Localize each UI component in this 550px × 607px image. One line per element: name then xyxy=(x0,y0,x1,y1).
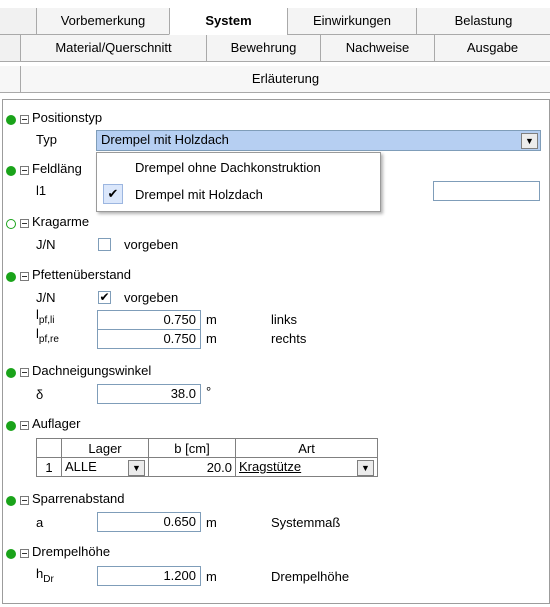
art-value: Kragstütze xyxy=(239,458,302,474)
l-pf-li-input[interactable]: 0.750 xyxy=(97,310,201,330)
l-pf-re-input[interactable]: 0.750 xyxy=(97,329,201,349)
art-cell[interactable]: Kragstütze ▼ xyxy=(235,457,378,477)
row-number: 1 xyxy=(36,457,62,477)
section-title-drempelhoehe: Drempelhöhe xyxy=(32,544,111,559)
auflager-table: Lager b [cm] Art 1 ALLE ▼ 20.0 Kragstütze… xyxy=(36,438,378,477)
tab-ausgabe[interactable]: Ausgabe xyxy=(434,35,550,61)
status-ok-icon xyxy=(6,549,16,559)
drempelhoehe-note: Drempelhöhe xyxy=(271,569,350,584)
header-cell: b [cm] xyxy=(148,438,236,458)
tab-material-querschnitt[interactable]: Material/Querschnitt xyxy=(20,35,206,61)
collapse-icon[interactable] xyxy=(20,166,29,175)
section-title-sparrenabstand: Sparrenabstand xyxy=(32,491,125,506)
status-ok-icon xyxy=(6,115,16,125)
kragarme-check-label: vorgeben xyxy=(124,237,179,252)
drempelhoehe-unit: m xyxy=(206,569,217,584)
b-cell[interactable]: 20.0 xyxy=(148,457,236,477)
status-ok-icon xyxy=(6,368,16,378)
option-label: Drempel mit Holzdach xyxy=(135,187,263,202)
kragarme-jn-label: J/N xyxy=(36,237,56,252)
collapse-icon[interactable] xyxy=(20,115,29,124)
l-pf-re-label: lpf,re xyxy=(36,326,59,345)
section-title-dachneigungswinkel: Dachneigungswinkel xyxy=(32,363,152,378)
chevron-down-icon[interactable]: ▼ xyxy=(357,459,374,476)
status-ok-icon xyxy=(6,421,16,431)
a-label: a xyxy=(36,515,44,530)
lager-value: ALLE xyxy=(65,458,97,474)
l-pf-re-note: rechts xyxy=(271,331,307,346)
pfetten-checkbox[interactable]: ✔ xyxy=(98,291,111,304)
section-title-kragarme: Kragarme xyxy=(32,214,90,229)
status-empty-icon xyxy=(6,219,16,229)
l1-input[interactable] xyxy=(433,181,540,201)
collapse-icon[interactable] xyxy=(20,368,29,377)
sparrenabstand-note: Systemmaß xyxy=(271,515,341,530)
typ-dropdown-list: Drempel ohne Dachkonstruktion ✔ Drempel … xyxy=(96,152,381,212)
l-pf-re-unit: m xyxy=(206,331,217,346)
tab-bewehrung[interactable]: Bewehrung xyxy=(206,35,320,61)
sparrenabstand-unit: m xyxy=(206,515,217,530)
lager-cell[interactable]: ALLE ▼ xyxy=(61,457,149,477)
pfetten-check-label: vorgeben xyxy=(124,290,179,305)
pfetten-jn-label: J/N xyxy=(36,290,56,305)
header-cell xyxy=(36,438,62,458)
drempelhoehe-input[interactable]: 1.200 xyxy=(97,566,201,586)
option-label: Drempel ohne Dachkonstruktion xyxy=(135,160,321,175)
section-title-positionstyp: Positionstyp xyxy=(32,110,103,125)
tab-einwirkungen[interactable]: Einwirkungen xyxy=(287,8,416,34)
l-pf-li-note: links xyxy=(271,312,298,327)
dropdown-option-selected[interactable]: ✔ Drempel mit Holzdach xyxy=(99,183,376,207)
tab-belastung[interactable]: Belastung xyxy=(416,8,550,34)
section-title-pfettenueberstand: Pfettenüberstand xyxy=(32,267,132,282)
checkmark-icon: ✔ xyxy=(103,184,123,204)
tab-vorbemerkung[interactable]: Vorbemerkung xyxy=(36,8,169,34)
h-dr-label: hDr xyxy=(36,566,54,585)
table-row: 1 ALLE ▼ 20.0 Kragstütze ▼ xyxy=(36,457,378,477)
status-ok-icon xyxy=(6,166,16,176)
l-pf-li-unit: m xyxy=(206,312,217,327)
dachneigung-input[interactable]: 38.0 xyxy=(97,384,201,404)
collapse-icon[interactable] xyxy=(20,496,29,505)
collapse-icon[interactable] xyxy=(20,549,29,558)
section-title-auflager: Auflager xyxy=(32,416,81,431)
dachneigung-unit: ° xyxy=(206,384,212,399)
delta-label: δ xyxy=(36,387,44,402)
typ-select-value: Drempel mit Holzdach xyxy=(101,132,229,147)
tab-row-1: Vorbemerkung System Einwirkungen Belastu… xyxy=(0,8,550,35)
tab-system[interactable]: System xyxy=(169,8,287,35)
kragarme-checkbox[interactable] xyxy=(98,238,111,251)
header-cell: Art xyxy=(235,438,378,458)
collapse-icon[interactable] xyxy=(20,272,29,281)
section-title-feldlaenge: Feldläng xyxy=(32,161,82,176)
sparrenabstand-input[interactable]: 0.650 xyxy=(97,512,201,532)
tab-row-2: Material/Querschnitt Bewehrung Nachweise… xyxy=(0,35,550,62)
typ-label: Typ xyxy=(36,132,57,147)
dropdown-option[interactable]: Drempel ohne Dachkonstruktion xyxy=(99,156,376,180)
typ-select[interactable]: Drempel mit Holzdach ▼ xyxy=(96,130,541,151)
tab-erlaeuterung[interactable]: Erläuterung xyxy=(20,66,550,92)
collapse-icon[interactable] xyxy=(20,219,29,228)
chevron-down-icon[interactable]: ▼ xyxy=(521,133,538,149)
status-ok-icon xyxy=(6,272,16,282)
table-header-row: Lager b [cm] Art xyxy=(36,438,378,458)
l1-label: l1 xyxy=(36,183,47,198)
collapse-icon[interactable] xyxy=(20,421,29,430)
header-cell: Lager xyxy=(61,438,149,458)
tab-row-3: Erläuterung xyxy=(0,66,550,93)
chevron-down-icon[interactable]: ▼ xyxy=(128,459,145,476)
tab-nachweise[interactable]: Nachweise xyxy=(320,35,434,61)
l-pf-li-label: lpf,li xyxy=(36,307,55,326)
status-ok-icon xyxy=(6,496,16,506)
